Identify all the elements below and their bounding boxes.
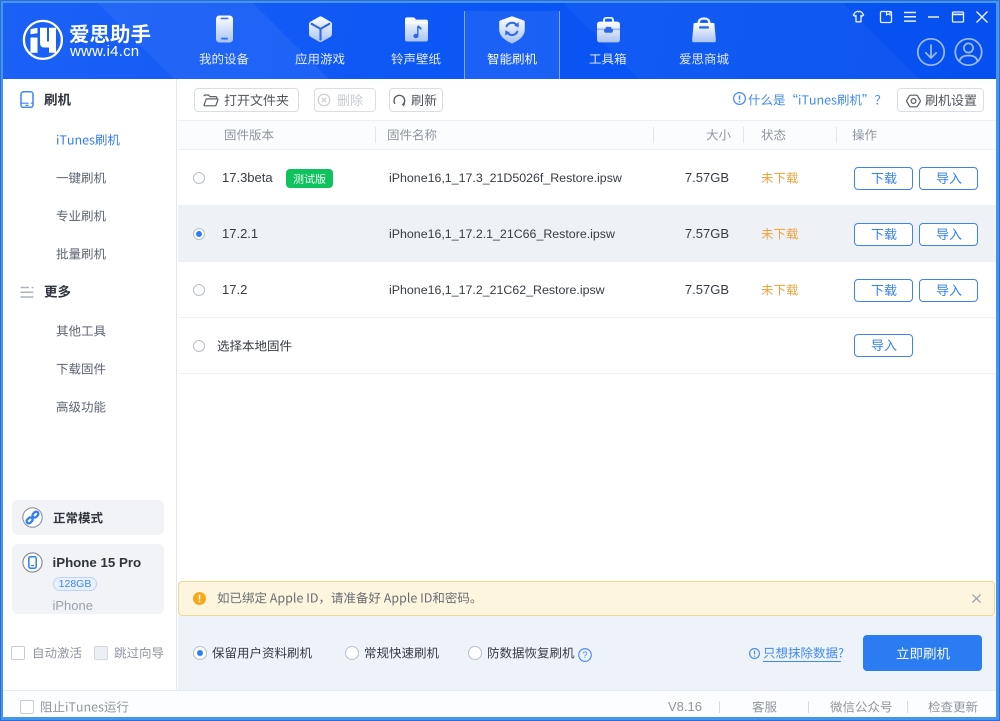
svg-text:?: ?: [583, 650, 588, 660]
